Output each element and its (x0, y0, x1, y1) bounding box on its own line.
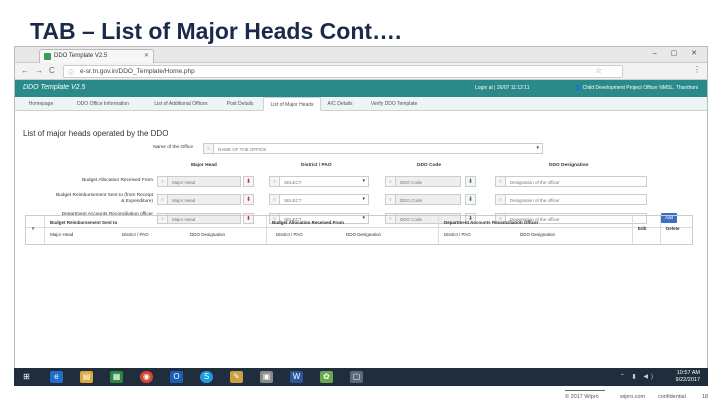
user-info[interactable]: 👤 Child Development Project Officer NMSL… (575, 85, 698, 91)
close-tab-icon[interactable]: ✕ (144, 52, 149, 59)
window-controls[interactable]: – ▢ ✕ (653, 49, 703, 57)
footer-tagline: confidential (658, 394, 686, 400)
col-edit: Edit (638, 226, 647, 231)
screenshot-frame: DDO Template V2.5 ✕ – ▢ ✕ ← → C ⓘ e-sr.t… (14, 46, 708, 386)
tab-ac-details[interactable]: A/C Details (323, 97, 357, 111)
major-heads-table: # Budget Reimbursement Sent to Budget Al… (25, 215, 693, 245)
url-text: e-sr.tn.gov.in/DDO_Template/Home.php (80, 68, 195, 75)
row-label: Budget Reimbursement Sent to (from Recei… (55, 193, 153, 204)
tab-additional-offices[interactable]: List of Additional Offices (143, 97, 219, 111)
chevron-down-icon: ▾ (536, 145, 539, 151)
tab-post-details[interactable]: Post Details (221, 97, 259, 111)
app-header: DDO Template V2.5 Login at | 26/07 11:12… (15, 80, 707, 97)
chrome-icon[interactable]: ◉ (140, 371, 153, 383)
sub-col: DDO Designation (520, 232, 556, 237)
tab-verify-ddo-template[interactable]: Verify DDO Template (361, 97, 427, 111)
sub-col: DDO Designation (346, 232, 382, 237)
ddo-code-input[interactable]: ≡ DDO Code (385, 176, 461, 187)
col-major-head: Major Head (191, 163, 217, 168)
footer-line (565, 390, 605, 391)
windows-taskbar: ⊞ e ▤ ▦ ◉ O S ✎ ▣ W ✿ ▢ ⌃ ▮ ◀) 10:57 AM … (14, 368, 708, 386)
section-title: List of major heads operated by the DDO (23, 129, 169, 138)
tab-homepage[interactable]: Homepage (21, 97, 61, 111)
sub-col: District / PAO (276, 232, 303, 237)
ddo-code-input[interactable]: ≡ DDO Code (385, 194, 461, 205)
excel-icon[interactable]: ⬇ (465, 176, 476, 187)
store-icon[interactable]: ▦ (110, 371, 123, 383)
file-explorer-icon[interactable]: ▤ (80, 371, 93, 383)
tool-icon[interactable]: ✎ (230, 371, 243, 383)
table-group-reimbursement: Budget Reimbursement Sent to (50, 220, 118, 225)
app-name: DDO Template V2.5 (23, 84, 86, 91)
clock-time: 10:57 AM (676, 370, 700, 376)
word-icon[interactable]: W (290, 371, 303, 383)
designation-input[interactable]: ≡ Designation of the officer (495, 194, 647, 205)
table-group-allocation: Budget Allocation Received From (272, 220, 344, 225)
sub-col: District / PAO (122, 232, 149, 237)
office-value: NAME OF THE OFFICE (218, 147, 267, 152)
page-number: 18 (702, 394, 709, 400)
tab-major-heads[interactable]: List of Major Heads (263, 97, 321, 111)
back-icon[interactable]: ← (21, 66, 29, 75)
info-icon: ⓘ (68, 71, 75, 77)
clock-date: 9/22/2017 (675, 377, 700, 383)
table-group-reconciliation: Department Accounts Reconciliation Offic… (444, 220, 539, 225)
district-select[interactable]: ≡ SELECT ▾ (269, 194, 369, 205)
sub-col: District / PAO (444, 232, 471, 237)
major-head-input[interactable]: ≡ Major Head (157, 194, 241, 205)
col-ddo-code: DDO Code (417, 163, 441, 168)
outlook-icon[interactable]: O (170, 371, 183, 383)
nav-tabs: Homepage DDO Office Information List of … (15, 97, 707, 111)
excel-icon[interactable]: ⬇ (465, 194, 476, 205)
pdf-icon[interactable]: ⬇ (243, 194, 254, 205)
url-input[interactable]: ⓘ e-sr.tn.gov.in/DDO_Template/Home.php (63, 65, 623, 78)
footer-copyright: © 2017 Wipro (565, 394, 599, 400)
office-prefix: ≡ (204, 144, 214, 153)
sub-col: DDO Designation (190, 232, 226, 237)
col-ddo-designation: DDO Designation (549, 163, 589, 168)
skype-icon[interactable]: S (200, 371, 213, 383)
bookmark-star-icon[interactable]: ☆ (595, 66, 602, 75)
paint-icon[interactable]: ✿ (320, 371, 333, 383)
forward-icon[interactable]: → (35, 66, 43, 75)
pdf-icon[interactable]: ⬇ (243, 176, 254, 187)
chevron-down-icon: ▾ (362, 196, 365, 202)
district-select[interactable]: ≡ SELECT ▾ (269, 176, 369, 187)
major-head-input[interactable]: ≡ Major Head (157, 176, 241, 187)
system-tray[interactable]: ⌃ ▮ ◀) (620, 373, 656, 380)
browser-tab-title: DDO Template V2.5 (54, 53, 108, 59)
browser-tab-bar: DDO Template V2.5 ✕ – ▢ ✕ (15, 47, 707, 63)
office-label: Name of the Office (153, 145, 193, 150)
login-info: Login at | 26/07 11:12:11 (475, 85, 530, 91)
tab-ddo-office-information[interactable]: DDO Office Information (67, 97, 139, 111)
office-select[interactable]: ≡ NAME OF THE OFFICE ▾ (203, 143, 543, 154)
favicon-icon (44, 53, 51, 60)
address-bar: ← → C ⓘ e-sr.tn.gov.in/DDO_Template/Home… (15, 63, 707, 80)
sub-col: Major Head (50, 232, 74, 237)
col-delete: Delete (666, 226, 680, 231)
window-icon[interactable]: ▢ (350, 371, 363, 383)
chevron-down-icon: ▾ (362, 178, 365, 184)
taskbar-clock[interactable]: 10:57 AM 9/22/2017 (676, 370, 700, 384)
col-district: District / PAO (301, 163, 332, 168)
browser-tab[interactable]: DDO Template V2.5 ✕ (39, 49, 154, 63)
footer-site: wipro.com (620, 394, 646, 400)
col-num: # (32, 226, 35, 231)
app-icon[interactable]: ▣ (260, 371, 273, 383)
ie-icon[interactable]: e (50, 371, 63, 383)
designation-input[interactable]: ≡ Designation of the officer (495, 176, 647, 187)
slide-title: TAB – List of Major Heads Cont…. (30, 18, 402, 44)
menu-icon[interactable]: ⋮ (693, 65, 701, 74)
row-label: Budget Allocation Received From (82, 178, 153, 183)
reload-icon[interactable]: C (49, 66, 55, 75)
windows-start-icon[interactable]: ⊞ (20, 371, 33, 383)
